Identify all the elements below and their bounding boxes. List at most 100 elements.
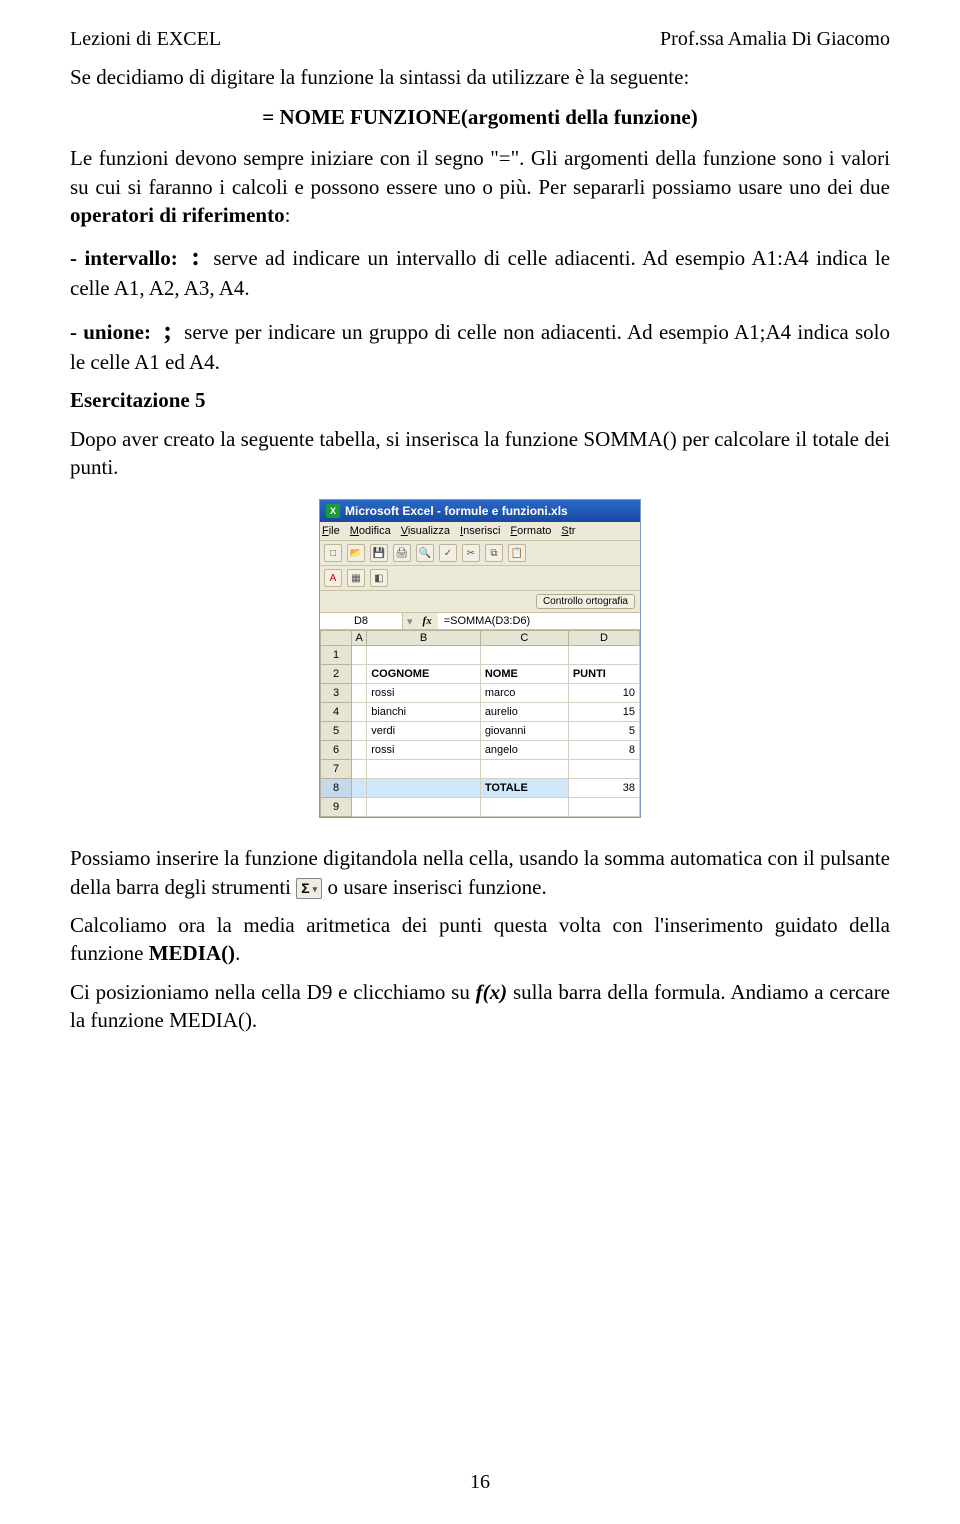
cell-a3[interactable] bbox=[352, 684, 367, 703]
col-header-b[interactable]: B bbox=[367, 631, 481, 646]
fx-button[interactable]: fx bbox=[417, 615, 438, 627]
cell-c6[interactable]: angelo bbox=[480, 741, 568, 760]
ortografia-button[interactable]: Controllo ortografia bbox=[536, 594, 635, 609]
cell-c1[interactable] bbox=[480, 646, 568, 665]
header-left: Lezioni di EXCEL bbox=[70, 28, 221, 51]
cell-b6[interactable]: rossi bbox=[367, 741, 481, 760]
row-head-7[interactable]: 7 bbox=[321, 760, 352, 779]
menu-modifica[interactable]: Modifica bbox=[350, 525, 391, 537]
col-header-d[interactable]: D bbox=[568, 631, 639, 646]
semicolon-symbol: ; bbox=[163, 316, 172, 345]
row-head-3[interactable]: 3 bbox=[321, 684, 352, 703]
col-header-a[interactable]: A bbox=[352, 631, 367, 646]
cut-icon[interactable]: ✂ bbox=[462, 544, 480, 562]
row-7: 7 bbox=[321, 760, 640, 779]
row-head-2[interactable]: 2 bbox=[321, 665, 352, 684]
save-icon[interactable]: 💾 bbox=[370, 544, 388, 562]
colon-symbol: : bbox=[191, 242, 200, 271]
row-head-9[interactable]: 9 bbox=[321, 798, 352, 817]
cell-a4[interactable] bbox=[352, 703, 367, 722]
cell-d7[interactable] bbox=[568, 760, 639, 779]
row-9: 9 bbox=[321, 798, 640, 817]
name-box-dropdown-icon[interactable]: ▾ bbox=[403, 615, 417, 628]
corner-cell[interactable] bbox=[321, 631, 352, 646]
cell-a9[interactable] bbox=[352, 798, 367, 817]
cell-c8[interactable]: TOTALE bbox=[480, 779, 568, 798]
after-p1-b: o usare inserisci funzione. bbox=[327, 875, 546, 899]
cell-d9[interactable] bbox=[568, 798, 639, 817]
media-bold: MEDIA() bbox=[149, 941, 235, 965]
menu-visualizza[interactable]: Visualizza bbox=[401, 525, 450, 537]
sigma-button[interactable]: Σ ▾ bbox=[296, 878, 322, 899]
cell-d2[interactable]: PUNTI bbox=[568, 665, 639, 684]
after-p3-a: Ci posizioniamo nella cella D9 e clicchi… bbox=[70, 980, 476, 1004]
preview-icon[interactable]: 🔍 bbox=[416, 544, 434, 562]
cell-b9[interactable] bbox=[367, 798, 481, 817]
cell-b8[interactable] bbox=[367, 779, 481, 798]
cell-d5[interactable]: 5 bbox=[568, 722, 639, 741]
cell-b5[interactable]: verdi bbox=[367, 722, 481, 741]
cell-c3[interactable]: marco bbox=[480, 684, 568, 703]
intervallo-definition: - intervallo: : serve ad indicare un int… bbox=[70, 239, 890, 302]
tool3-icon[interactable]: ◧ bbox=[370, 569, 388, 587]
after-p2-tail: . bbox=[235, 941, 240, 965]
row-8: 8 TOTALE 38 bbox=[321, 779, 640, 798]
cell-d1[interactable] bbox=[568, 646, 639, 665]
row-head-8[interactable]: 8 bbox=[321, 779, 352, 798]
cell-d3[interactable]: 10 bbox=[568, 684, 639, 703]
page-header: Lezioni di EXCEL Prof.ssa Amalia Di Giac… bbox=[70, 28, 890, 51]
cell-b4[interactable]: bianchi bbox=[367, 703, 481, 722]
cell-a6[interactable] bbox=[352, 741, 367, 760]
window-title: Microsoft Excel - formule e funzioni.xls bbox=[345, 504, 568, 518]
row-1: 1 bbox=[321, 646, 640, 665]
cell-b1[interactable] bbox=[367, 646, 481, 665]
col-header-c[interactable]: C bbox=[480, 631, 568, 646]
syntax-line: = NOME FUNZIONE(argomenti della funzione… bbox=[70, 105, 890, 130]
cell-b3[interactable]: rossi bbox=[367, 684, 481, 703]
row-head-6[interactable]: 6 bbox=[321, 741, 352, 760]
menu-formato[interactable]: Formato bbox=[510, 525, 551, 537]
cell-d6[interactable]: 8 bbox=[568, 741, 639, 760]
row-head-5[interactable]: 5 bbox=[321, 722, 352, 741]
cell-a7[interactable] bbox=[352, 760, 367, 779]
cell-b2[interactable]: COGNOME bbox=[367, 665, 481, 684]
tool2-icon[interactable]: ▦ bbox=[347, 569, 365, 587]
sigma-dropdown-icon: ▾ bbox=[313, 883, 318, 895]
paste-icon[interactable]: 📋 bbox=[508, 544, 526, 562]
formula-input[interactable]: =SOMMA(D3:D6) bbox=[438, 613, 640, 629]
cell-c5[interactable]: giovanni bbox=[480, 722, 568, 741]
fx-italic: f(x) bbox=[476, 980, 507, 1004]
after-paragraph-3: Ci posizioniamo nella cella D9 e clicchi… bbox=[70, 978, 890, 1035]
intro-p2-text: Le funzioni devono sempre iniziare con i… bbox=[70, 146, 890, 198]
menu-inserisci[interactable]: Inserisci bbox=[460, 525, 500, 537]
title-bar: X Microsoft Excel - formule e funzioni.x… bbox=[320, 500, 640, 522]
menu-file[interactable]: File bbox=[322, 525, 340, 537]
cell-b7[interactable] bbox=[367, 760, 481, 779]
cell-c7[interactable] bbox=[480, 760, 568, 779]
formula-bar: D8 ▾ fx =SOMMA(D3:D6) bbox=[320, 613, 640, 630]
cell-c2[interactable]: NOME bbox=[480, 665, 568, 684]
open-icon[interactable]: 📂 bbox=[347, 544, 365, 562]
row-head-1[interactable]: 1 bbox=[321, 646, 352, 665]
copy-icon[interactable]: ⧉ bbox=[485, 544, 503, 562]
pdf-icon[interactable]: A bbox=[324, 569, 342, 587]
header-right: Prof.ssa Amalia Di Giacomo bbox=[660, 28, 890, 51]
menu-str[interactable]: Str bbox=[561, 525, 575, 537]
cell-c4[interactable]: aurelio bbox=[480, 703, 568, 722]
name-box[interactable]: D8 bbox=[320, 613, 403, 629]
cell-a1[interactable] bbox=[352, 646, 367, 665]
cell-a5[interactable] bbox=[352, 722, 367, 741]
cell-a8[interactable] bbox=[352, 779, 367, 798]
new-icon[interactable]: □ bbox=[324, 544, 342, 562]
print-icon[interactable]: 🖨 bbox=[393, 544, 411, 562]
cell-c9[interactable] bbox=[480, 798, 568, 817]
cell-d4[interactable]: 15 bbox=[568, 703, 639, 722]
unione-label: - unione: bbox=[70, 320, 151, 344]
cell-d8-selected[interactable]: 38 bbox=[568, 779, 639, 798]
cell-a2[interactable] bbox=[352, 665, 367, 684]
row-2: 2 COGNOME NOME PUNTI bbox=[321, 665, 640, 684]
intro-p2-tail: : bbox=[285, 203, 291, 227]
page-number: 16 bbox=[0, 1471, 960, 1494]
spell-icon[interactable]: ✓ bbox=[439, 544, 457, 562]
row-head-4[interactable]: 4 bbox=[321, 703, 352, 722]
